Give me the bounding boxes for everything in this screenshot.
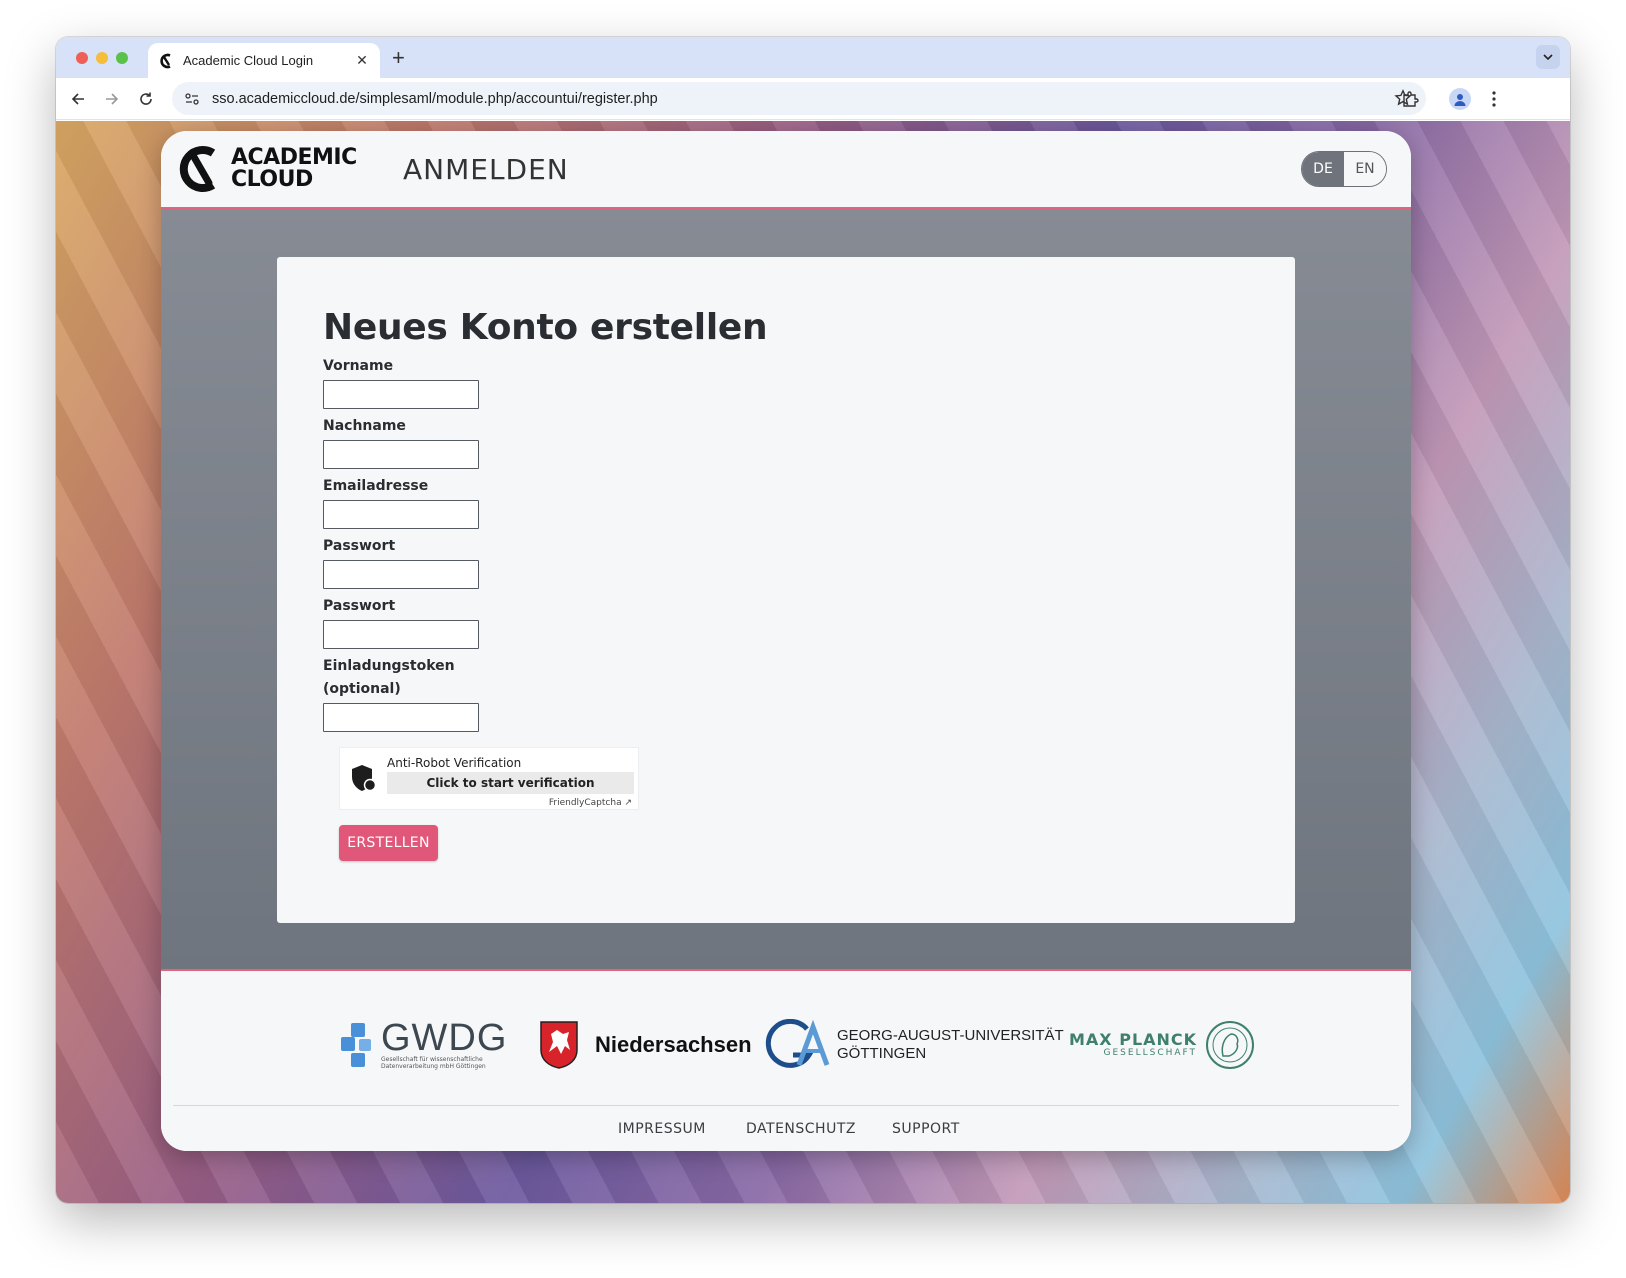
captcha-widget: Anti-Robot Verification Click to start v… [339,747,639,810]
page-title: Neues Konto erstellen [323,307,768,348]
gwdg-wordmark: GWDG [381,1017,508,1059]
tab-search-button[interactable] [1536,45,1560,69]
minimize-window-button[interactable] [96,52,108,64]
address-bar[interactable]: sso.academiccloud.de/simplesaml/module.p… [172,82,1426,115]
forward-button[interactable] [100,87,124,111]
extensions-button[interactable] [1398,87,1422,111]
site-settings-icon[interactable] [184,91,200,107]
uni-goettingen-ga-icon [765,1019,830,1068]
academic-cloud-logo[interactable]: ACADEMIC CLOUD [177,145,357,193]
register-form-card: Neues Konto erstellen Vorname Nachname E… [277,257,1295,923]
maximize-window-button[interactable] [116,52,128,64]
arrow-right-icon [106,93,119,105]
lastname-input[interactable] [323,440,479,469]
tab-bar: Academic Cloud Login ✕ + [56,37,1570,78]
max-planck-line2: GESELLSCHAFT [1103,1048,1198,1058]
new-tab-button[interactable]: + [392,45,405,71]
firstname-input[interactable] [323,380,479,409]
logo-line2: CLOUD [231,167,313,192]
browser-menu-button[interactable] [1482,87,1506,111]
academic-cloud-favicon-icon [160,53,171,68]
close-window-button[interactable] [76,52,88,64]
logo-line1: ACADEMIC [231,145,357,170]
captcha-start-button[interactable]: Click to start verification [387,772,634,794]
password-confirm-input[interactable] [323,620,479,649]
captcha-brand-link[interactable]: FriendlyCaptcha ↗ [549,798,632,808]
support-link[interactable]: SUPPORT [892,1121,960,1137]
gwdg-cross-icon [341,1023,371,1067]
reload-icon [140,92,152,105]
niedersachsen-wordmark: Niedersachsen [595,1032,752,1057]
uni-goettingen-line2: GÖTTINGEN [837,1045,927,1062]
academic-cloud-logo-icon [179,146,216,192]
reload-button[interactable] [134,87,158,111]
tab-title: Academic Cloud Login [183,53,314,68]
lastname-label: Nachname [323,418,406,434]
more-vertical-icon [1492,91,1496,107]
browser-toolbar: sso.academiccloud.de/simplesaml/module.p… [56,78,1570,120]
uni-goettingen-line1: GEORG-AUGUST-UNIVERSITÄT [837,1027,1064,1044]
lang-de-button[interactable]: DE [1302,152,1344,186]
invite-token-label: Einladungstoken (optional) [323,658,455,697]
niedersachsen-logo[interactable]: Niedersachsen [539,1019,752,1071]
profile-button[interactable] [1448,87,1472,111]
back-button[interactable] [66,87,90,111]
uni-goettingen-logo[interactable]: GEORG-AUGUST-UNIVERSITÄT GÖTTINGEN [765,1019,1064,1071]
max-planck-line1: MAX PLANCK [1069,1030,1198,1049]
url-text: sso.academiccloud.de/simplesaml/module.p… [212,90,658,107]
main-area: Neues Konto erstellen Vorname Nachname E… [161,209,1411,971]
browser-tab[interactable]: Academic Cloud Login ✕ [148,43,380,78]
captcha-title: Anti-Robot Verification [387,756,522,770]
language-switch: DE EN [1301,151,1387,187]
site-header: ACADEMIC CLOUD ANMELDEN DE EN [161,131,1411,209]
lang-en-button[interactable]: EN [1344,152,1386,186]
niedersachsen-crest-icon [540,1021,578,1069]
create-account-button[interactable]: ERSTELLEN [339,825,438,861]
gwdg-logo[interactable]: GWDG Gesellschaft für wissenschaftliche … [339,1019,507,1071]
header-title: ANMELDEN [403,153,569,186]
arrow-left-icon [71,93,84,105]
datenschutz-link[interactable]: DATENSCHUTZ [746,1121,856,1137]
email-input[interactable] [323,500,479,529]
tab-close-icon[interactable]: ✕ [354,53,370,69]
invite-token-input[interactable] [323,703,479,732]
avatar-icon [1449,88,1471,110]
max-planck-logo[interactable]: MAX PLANCK GESELLSCHAFT [1069,1019,1255,1071]
password-input[interactable] [323,560,479,589]
page-viewport: ACADEMIC CLOUD ANMELDEN DE EN Neues Kont… [56,121,1570,1203]
gwdg-sub-2: Datenverarbeitung mbH Göttingen [381,1063,486,1070]
chevron-down-icon [1543,54,1553,60]
page-card: ACADEMIC CLOUD ANMELDEN DE EN Neues Kont… [161,131,1411,1151]
impressum-link[interactable]: IMPRESSUM [618,1121,706,1137]
puzzle-icon [1403,91,1419,107]
password-label: Passwort [323,538,396,554]
firstname-label: Vorname [323,358,394,374]
email-label: Emailadresse [323,478,429,494]
footer-divider [173,1105,1399,1106]
site-footer: GWDG Gesellschaft für wissenschaftliche … [161,973,1411,1151]
minerva-seal-icon [1206,1021,1255,1069]
browser-window: Academic Cloud Login ✕ + sso.academicclo… [56,37,1570,1203]
shield-icon [352,765,377,792]
